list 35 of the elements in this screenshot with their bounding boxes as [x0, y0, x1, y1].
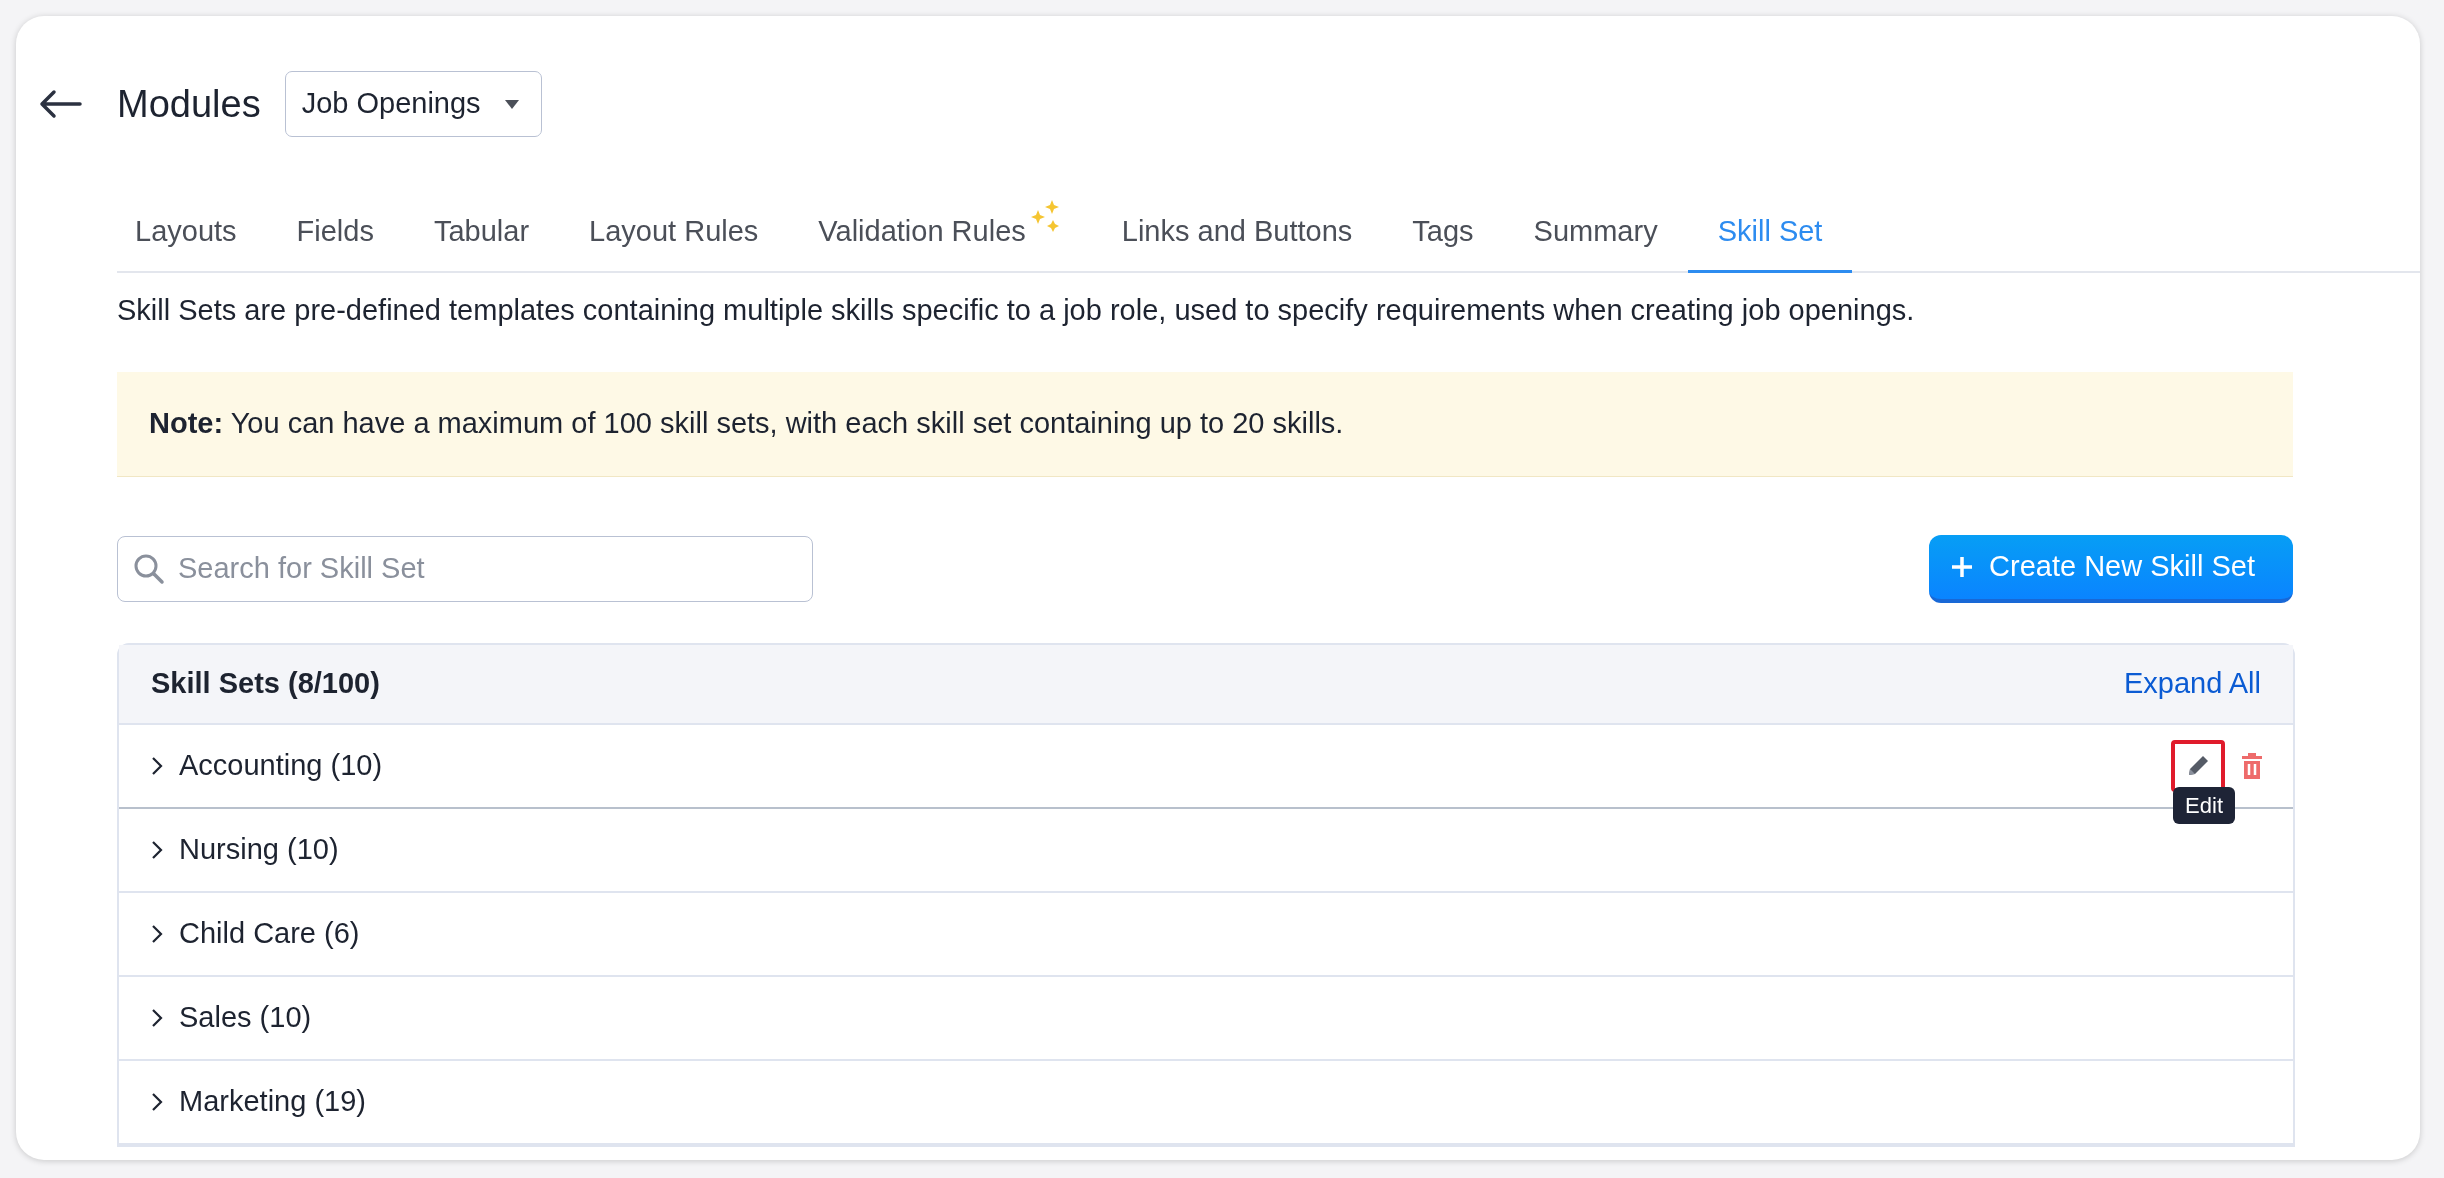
expand-all-link[interactable]: Expand All	[2123, 661, 2261, 706]
tab[interactable]: Fields	[266, 196, 404, 273]
tab[interactable]: Tabular	[403, 196, 560, 273]
tooltip: Edit	[2173, 786, 2235, 824]
chevron-right-icon	[151, 923, 163, 944]
chevron-right-icon	[151, 755, 163, 776]
back-arrow-icon	[38, 89, 82, 119]
tab[interactable]: Summary	[1503, 196, 1688, 273]
table-title: Skill Sets (8/100)	[151, 665, 380, 701]
caret-icon	[504, 99, 519, 109]
tab[interactable]: Layouts	[105, 196, 267, 273]
chevron-right-icon	[151, 839, 163, 860]
tab[interactable]: Validation Rules	[788, 196, 1064, 273]
plus-icon	[1951, 555, 1974, 578]
skill-set-name: Nursing (10)	[179, 831, 339, 867]
skill-set-name: Accounting (10)	[179, 747, 383, 783]
note-banner: Note: You can have a maximum of 100 skill sets, with each skill set containing up to 20 skills.	[117, 372, 2293, 477]
chevron-right-icon	[151, 1091, 163, 1112]
search-icon	[133, 552, 165, 585]
delete-button[interactable]	[2241, 751, 2263, 780]
skill-set-row[interactable]: Marketing (19)	[119, 1060, 2293, 1145]
tab[interactable]: Layout Rules	[559, 196, 789, 273]
skill-set-name: Child Care (6)	[179, 915, 360, 951]
skill-set-row[interactable]: Sales (10)	[119, 976, 2293, 1061]
search-field[interactable]: Search for Skill Set	[117, 535, 813, 602]
skill-set-name: Marketing (19)	[179, 1083, 366, 1119]
page-title: Modules	[117, 81, 261, 127]
tab[interactable]: Links and Buttons	[1091, 196, 1383, 273]
skill-set-row[interactable]: Child Care (6)	[119, 892, 2293, 977]
tab[interactable]: Tags	[1382, 196, 1504, 273]
chevron-right-icon	[151, 1007, 163, 1028]
trash-icon	[2241, 751, 2263, 780]
module-dropdown[interactable]: Job Openings	[284, 71, 542, 137]
skill-set-name: Sales (10)	[179, 999, 312, 1035]
description-text: Skill Sets are pre-defined templates containing multiple skills specific to a job role, used to specify requirements when creating job openings.	[117, 292, 1916, 328]
